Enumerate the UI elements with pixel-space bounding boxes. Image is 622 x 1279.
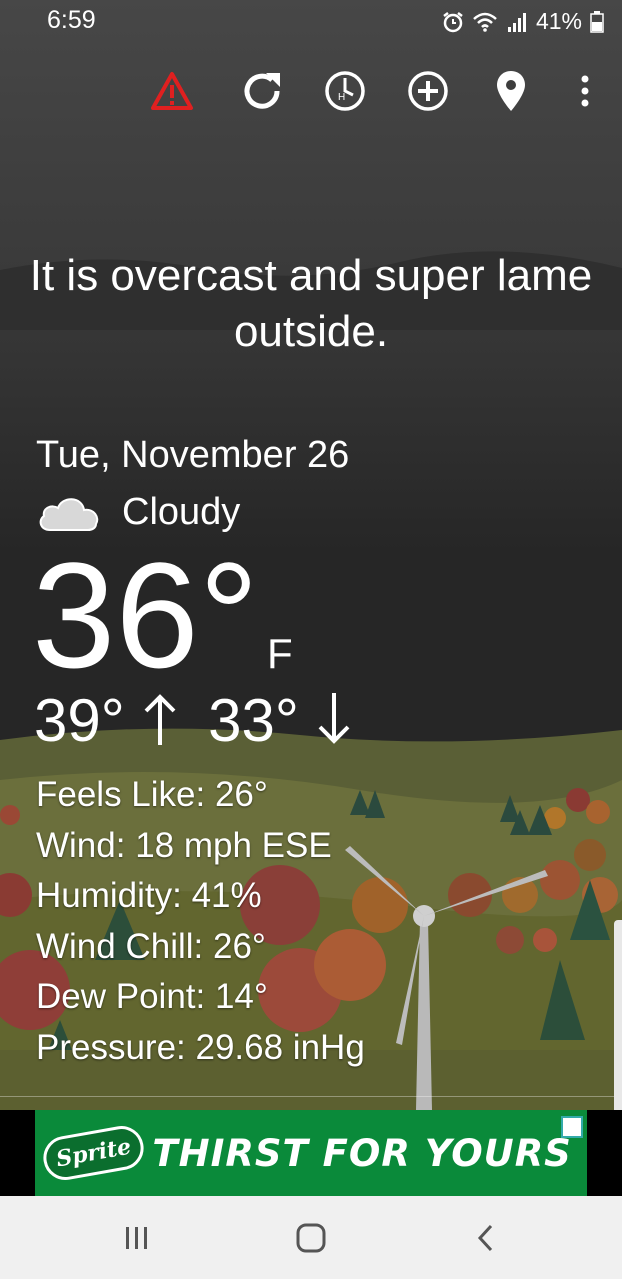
arrow-down-icon: [319, 693, 350, 744]
alarm-icon: [443, 11, 463, 32]
refresh-button[interactable]: [237, 66, 287, 116]
location-button[interactable]: [486, 66, 536, 116]
condition-label: Cloudy: [122, 490, 241, 533]
recents-icon: [126, 1227, 147, 1249]
dew-point: Dew Point: 14°: [36, 977, 268, 1016]
more-options-button[interactable]: [560, 66, 610, 116]
home-button[interactable]: [281, 1216, 341, 1260]
battery-percent: 41%: [535, 8, 582, 34]
condition-row: Cloudy: [36, 490, 240, 534]
cloud-icon: [39, 498, 99, 531]
wind-chill: Wind Chill: 26°: [36, 926, 266, 966]
add-location-button[interactable]: [403, 66, 453, 116]
battery-icon: [590, 10, 604, 33]
humidity: Humidity: 41%: [36, 876, 262, 915]
ad-tagline: THIRST FOR YOURS: [152, 1131, 572, 1175]
hourly-clock-icon: H: [325, 71, 365, 111]
ad-banner: Sprite THIRST FOR YOURS: [0, 1110, 622, 1196]
low-temperature: 33°: [208, 687, 299, 754]
warning-icon: [151, 72, 193, 110]
status-bar: 6:59 41%: [0, 0, 622, 44]
temperature-unit: F: [267, 630, 293, 677]
location-pin-icon: [497, 71, 525, 111]
recents-button[interactable]: [107, 1216, 167, 1260]
status-time: 6:59: [47, 6, 96, 34]
pressure: Pressure: 29.68 inHg: [36, 1027, 365, 1067]
home-icon: [296, 1223, 326, 1253]
ad-brand-logo: Sprite: [39, 1122, 148, 1184]
hourly-button[interactable]: H: [320, 66, 370, 116]
section-divider: [0, 1096, 622, 1097]
ad-choices-icon[interactable]: [561, 1116, 583, 1138]
status-icons: 41%: [442, 8, 604, 35]
add-location-icon: [408, 71, 448, 111]
signal-icon: [507, 12, 526, 32]
high-temperature: 39°: [34, 687, 125, 754]
high-low-row: 39° 33°: [34, 686, 353, 756]
toolbar: H: [0, 66, 622, 116]
wind: Wind: 18 mph ESE: [36, 825, 332, 865]
forecast-date: Tue, November 26: [36, 434, 350, 476]
system-nav-bar: [0, 1196, 622, 1279]
warning-button[interactable]: [147, 66, 197, 116]
svg-text:H: H: [338, 92, 345, 103]
wifi-icon: [473, 12, 497, 32]
more-vert-icon: [581, 75, 589, 107]
feels-like: Feels Like: 26°: [36, 775, 268, 814]
current-temperature: 36°: [32, 531, 259, 699]
back-icon: [477, 1224, 493, 1252]
back-button[interactable]: [456, 1216, 516, 1260]
refresh-icon: [244, 73, 280, 109]
weather-headline: It is overcast and super lame outside.: [29, 251, 593, 356]
arrow-up-icon: [144, 694, 176, 745]
ad-content[interactable]: Sprite THIRST FOR YOURS: [35, 1110, 587, 1196]
weather-details: Feels Like: 26° Wind: 18 mph ESE Humidit…: [36, 770, 365, 1073]
